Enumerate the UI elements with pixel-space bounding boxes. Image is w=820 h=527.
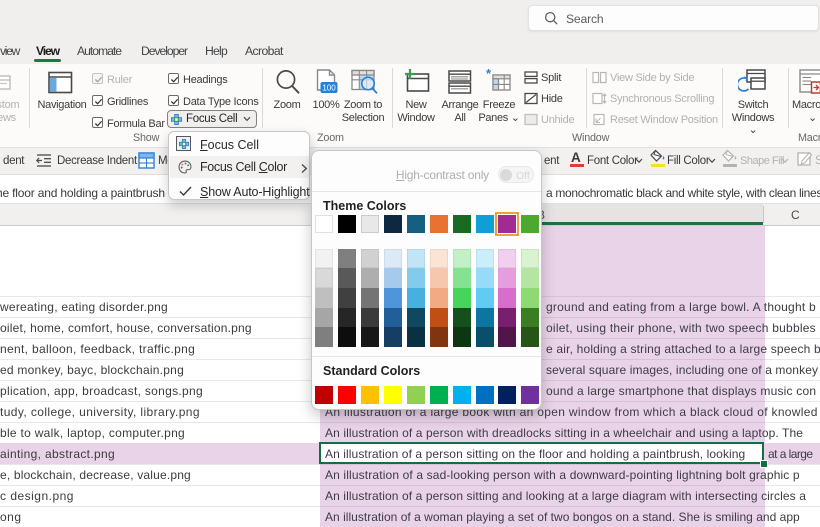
svg-text:100: 100: [322, 84, 336, 93]
svg-text:*: *: [486, 68, 492, 81]
